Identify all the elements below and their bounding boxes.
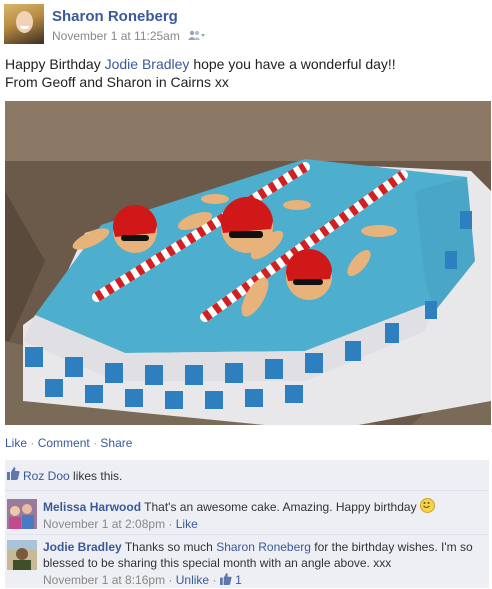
comment-text: That's an awesome cake. Amazing. Happy b… [141, 500, 420, 514]
message-text-pre: Happy Birthday [5, 56, 105, 72]
comment-time[interactable]: November 1 at 8:16pm [43, 573, 165, 587]
thumbs-up-icon [219, 573, 232, 585]
comment-link[interactable]: Comment [38, 436, 90, 450]
comment-body: Melissa Harwood That's an awesome cake. … [43, 498, 483, 532]
comment-author-link[interactable]: Melissa Harwood [43, 500, 141, 514]
post-actions: Like · Comment · Share [5, 436, 132, 450]
thumbs-up-icon [7, 467, 20, 483]
share-link[interactable]: Share [100, 436, 132, 450]
smiley-icon [419, 498, 435, 513]
comment-time[interactable]: November 1 at 2:08pm [43, 517, 165, 531]
tagged-user-link[interactable]: Sharon Roneberg [216, 540, 311, 554]
friends-icon[interactable] [187, 29, 206, 43]
avatar[interactable] [7, 499, 37, 529]
message-line2: From Geoff and Sharon in Cairns xx [5, 74, 229, 90]
like-count-value: 1 [235, 573, 242, 587]
separator: · [30, 436, 35, 450]
likes-text: Roz Doo likes this. [23, 469, 122, 483]
post-photo[interactable] [5, 101, 491, 431]
birthday-cake-swimming-pool-photo [5, 101, 491, 431]
comment-author-link[interactable]: Jodie Bradley [43, 540, 122, 554]
like-link[interactable]: Like [5, 436, 27, 450]
likes-summary: Roz Doo likes this. [5, 460, 489, 491]
post-author[interactable]: Sharon Roneberg [52, 8, 178, 25]
liker-name-link[interactable]: Roz Doo [23, 469, 70, 483]
post-meta: November 1 at 11:25am [52, 29, 206, 43]
post-timestamp[interactable]: November 1 at 11:25am [52, 29, 180, 43]
feedback-box: Roz Doo likes this. Melissa Harwood That… [5, 460, 489, 588]
tagged-user-link[interactable]: Jodie Bradley [105, 56, 190, 72]
message-text-post: hope you have a wonderful day!! [189, 56, 396, 72]
comment-like-count[interactable]: 1 [219, 573, 242, 587]
separator: · [212, 573, 217, 587]
comment-body: Jodie Bradley Thanks so much Sharon Rone… [43, 539, 483, 588]
avatar[interactable] [4, 4, 44, 44]
separator: · [168, 517, 173, 531]
post-message: Happy Birthday Jodie Bradley hope you ha… [5, 55, 485, 91]
comment-text-pre: Thanks so much [121, 540, 217, 554]
comment-like-link[interactable]: Like [176, 517, 198, 531]
avatar-face [16, 11, 33, 33]
comment-item: Jodie Bradley Thanks so much Sharon Rone… [5, 535, 489, 588]
separator: · [93, 436, 98, 450]
avatar[interactable] [7, 540, 37, 570]
likes-suffix: likes this. [69, 469, 123, 483]
comment-meta: November 1 at 2:08pm · Like [43, 516, 483, 532]
facebook-post: Sharon Roneberg November 1 at 11:25am Ha… [0, 0, 492, 589]
separator: · [168, 573, 173, 587]
comment-item: Melissa Harwood That's an awesome cake. … [5, 494, 489, 535]
comment-unlike-link[interactable]: Unlike [176, 573, 209, 587]
comment-meta: November 1 at 8:16pm · Unlike · 1 [43, 572, 483, 588]
